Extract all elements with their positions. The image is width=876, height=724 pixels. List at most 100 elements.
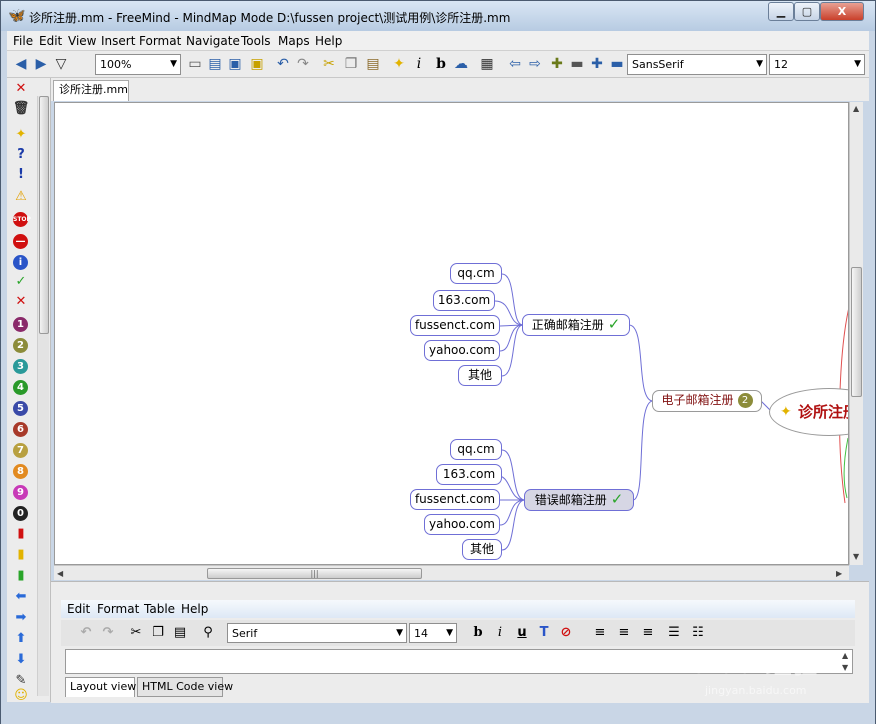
underline-icon[interactable]: u xyxy=(513,624,531,642)
node-wrong-other[interactable]: 其他 xyxy=(462,539,502,560)
minus-icon[interactable]: ▬ xyxy=(567,54,587,74)
traffic-yellow-icon[interactable]: ▮ xyxy=(12,546,30,564)
bold-icon[interactable]: b xyxy=(469,624,487,642)
priority-7-icon[interactable]: 7 xyxy=(13,443,28,458)
cross-icon[interactable]: ✕ xyxy=(12,293,30,311)
priority-8-icon[interactable]: 8 xyxy=(13,464,28,479)
traffic-red-icon[interactable]: ▮ xyxy=(12,525,30,543)
blue-plus-icon[interactable]: ✚ xyxy=(587,54,607,74)
notes-menu-edit[interactable]: Edit xyxy=(67,602,90,616)
menu-tools[interactable]: Tools xyxy=(241,34,271,48)
root-node[interactable]: ✦ 诊所注册 xyxy=(769,388,848,436)
blue-minus-icon[interactable]: ▬ xyxy=(607,54,627,74)
bulb-icon[interactable]: ✦ xyxy=(389,54,409,74)
remove-icon[interactable]: ✕ xyxy=(12,80,30,98)
menu-edit[interactable]: Edit xyxy=(39,34,62,48)
menu-insert[interactable]: Insert xyxy=(101,34,135,48)
smiley-icon[interactable]: ☺ xyxy=(12,687,30,705)
mindmap-canvas[interactable]: qq.cm 163.com fussenct.com yahoo.com 其他 … xyxy=(54,102,849,565)
no-entry-icon[interactable]: — xyxy=(13,234,28,249)
stop-icon[interactable]: STOP xyxy=(13,212,31,227)
exclamation-icon[interactable]: ! xyxy=(12,166,30,184)
traffic-green-icon[interactable]: ▮ xyxy=(12,567,30,585)
tab-mindmap-file[interactable]: 诊所注册.mm xyxy=(53,80,129,101)
scroll-left-arrow-icon[interactable]: ◀ xyxy=(57,569,63,578)
priority-2-icon[interactable]: 2 xyxy=(13,338,28,353)
undo-icon[interactable]: ↶ xyxy=(77,624,95,642)
cut-icon[interactable]: ✂ xyxy=(127,624,145,642)
priority-9-icon[interactable]: 9 xyxy=(13,485,28,500)
node-correct-163[interactable]: 163.com xyxy=(433,290,495,311)
scroll-up-arrow-icon[interactable]: ▲ xyxy=(853,104,859,113)
tab-layout-view[interactable]: Layout view xyxy=(65,677,136,697)
priority-0-icon[interactable]: 0 xyxy=(13,506,28,521)
numbered-list-icon[interactable]: ☷ xyxy=(689,624,707,642)
align-right-icon[interactable]: ≡ xyxy=(639,624,657,642)
copy-icon[interactable]: ❐ xyxy=(341,54,361,74)
node-email-register[interactable]: 电子邮箱注册 2 xyxy=(652,390,762,412)
zoom-select[interactable]: 100% ▼ xyxy=(95,54,181,75)
check-icon[interactable]: ✓ xyxy=(12,273,30,291)
menu-view[interactable]: View xyxy=(68,34,96,48)
trash-icon[interactable]: 🗑 xyxy=(12,100,30,118)
redo-icon[interactable]: ↷ xyxy=(293,54,313,74)
text-color-icon[interactable]: T xyxy=(535,624,553,642)
undo-icon[interactable]: ↶ xyxy=(273,54,293,74)
italic-icon[interactable]: i xyxy=(491,624,509,642)
node-correct-email[interactable]: 正确邮箱注册 ✓ xyxy=(522,314,630,336)
copy-icon[interactable]: ❐ xyxy=(149,624,167,642)
vertical-scroll-thumb[interactable] xyxy=(851,267,862,397)
left-arrow-icon[interactable]: ⇦ xyxy=(505,54,525,74)
bullet-list-icon[interactable]: ☰ xyxy=(665,624,683,642)
paste-icon[interactable]: ▤ xyxy=(171,624,189,642)
cut-icon[interactable]: ✂ xyxy=(319,54,339,74)
scroll-down-arrow-icon[interactable]: ▼ xyxy=(853,552,859,561)
node-wrong-163[interactable]: 163.com xyxy=(436,464,502,485)
plus-icon[interactable]: ✚ xyxy=(547,54,567,74)
minimize-button[interactable]: ▁ xyxy=(768,2,794,21)
arrow-left-icon[interactable]: ⬅ xyxy=(12,588,30,606)
scroll-right-arrow-icon[interactable]: ▶ xyxy=(836,569,842,578)
notes-font-family-select[interactable]: Serif ▼ xyxy=(227,623,407,643)
horizontal-scroll-thumb[interactable]: ||| xyxy=(207,568,422,579)
node-correct-other[interactable]: 其他 xyxy=(458,365,502,386)
menu-format[interactable]: Format xyxy=(139,34,181,48)
node-correct-qq[interactable]: qq.cm xyxy=(450,263,502,284)
warning-icon[interactable]: ⚠ xyxy=(12,188,30,206)
notes-font-size-select[interactable]: 14 ▼ xyxy=(409,623,457,643)
notes-menu-table[interactable]: Table xyxy=(144,602,175,616)
save-icon[interactable]: ▣ xyxy=(225,54,245,74)
notes-menu-help[interactable]: Help xyxy=(181,602,208,616)
icon-sidebar-scrollbar[interactable] xyxy=(37,96,49,696)
question-icon[interactable]: ? xyxy=(12,146,30,164)
save-as-icon[interactable]: ▣ xyxy=(247,54,267,74)
node-wrong-yahoo[interactable]: yahoo.com xyxy=(424,514,500,535)
scroll-up-arrow-icon[interactable]: ▲ xyxy=(842,651,848,660)
font-family-select[interactable]: SansSerif ▼ xyxy=(627,54,767,75)
cloud-icon[interactable]: ☁ xyxy=(451,54,471,74)
align-center-icon[interactable]: ≡ xyxy=(615,624,633,642)
menu-navigate[interactable]: Navigate xyxy=(186,34,240,48)
bold-icon[interactable]: b xyxy=(431,54,451,74)
redo-icon[interactable]: ↷ xyxy=(99,624,117,642)
arrow-down-icon[interactable]: ⬇ xyxy=(12,651,30,669)
right-arrow-icon[interactable]: ⇨ xyxy=(525,54,545,74)
menu-maps[interactable]: Maps xyxy=(278,34,310,48)
scroll-down-arrow-icon[interactable]: ▼ xyxy=(842,663,848,672)
maximize-button[interactable]: ▢ xyxy=(794,2,820,21)
align-left-icon[interactable]: ≡ xyxy=(591,624,609,642)
info-icon[interactable]: i xyxy=(13,255,28,270)
forward-icon[interactable]: ▶ xyxy=(31,54,51,74)
canvas-horizontal-scrollbar[interactable]: ◀ ||| ▶ xyxy=(54,565,849,580)
tab-html-code-view[interactable]: HTML Code view xyxy=(137,677,233,697)
italic-icon[interactable]: i xyxy=(409,54,429,74)
priority-6-icon[interactable]: 6 xyxy=(13,422,28,437)
node-wrong-qq[interactable]: qq.cm xyxy=(450,439,502,460)
arrow-right-icon[interactable]: ➡ xyxy=(12,609,30,627)
menu-help[interactable]: Help xyxy=(315,34,342,48)
priority-5-icon[interactable]: 5 xyxy=(13,401,28,416)
open-icon[interactable]: ▤ xyxy=(205,54,225,74)
priority-4-icon[interactable]: 4 xyxy=(13,380,28,395)
node-wrong-email[interactable]: 错误邮箱注册 ✓ xyxy=(524,489,634,511)
bulb-icon[interactable]: ✦ xyxy=(12,126,30,144)
